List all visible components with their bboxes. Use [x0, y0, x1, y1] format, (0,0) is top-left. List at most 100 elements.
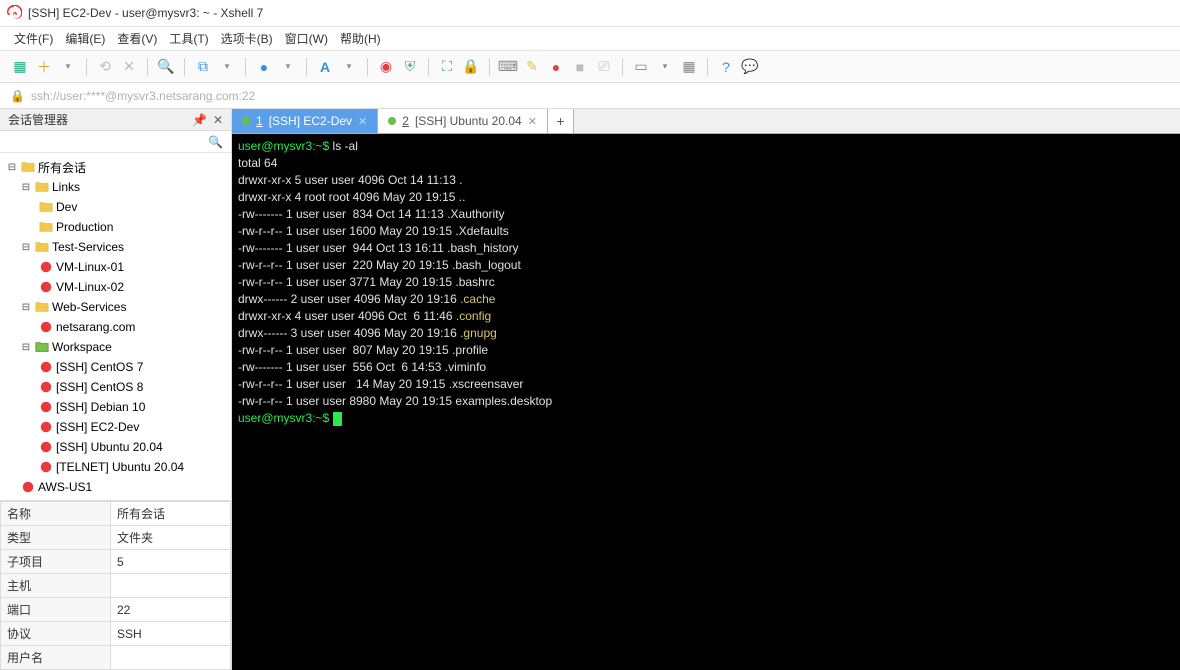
tree-item[interactable]: [SSH] Ubuntu 20.04 [0, 437, 231, 457]
tile-icon[interactable]: ▦ [679, 57, 699, 77]
prop-value: 所有会话 [111, 502, 231, 526]
collapse-icon[interactable]: ⊟ [20, 241, 32, 253]
tab-number: 1 [256, 114, 263, 128]
close-tab-icon[interactable]: ✕ [528, 115, 537, 128]
folder-icon [34, 239, 50, 255]
tree-aws[interactable]: AWS-US1 [0, 477, 231, 497]
menu-help[interactable]: 帮助(H) [340, 30, 381, 47]
copy-icon[interactable]: ⧉ [193, 57, 213, 77]
tree-item[interactable]: netsarang.com [0, 317, 231, 337]
font-icon[interactable]: A [315, 57, 335, 77]
add-tab-button[interactable]: + [548, 109, 574, 133]
tree-item[interactable]: Dev [0, 197, 231, 217]
separator [306, 58, 307, 76]
fullscreen-icon[interactable]: ⛶ [437, 57, 457, 77]
stop-icon[interactable]: ■ [570, 57, 590, 77]
tree-root[interactable]: ⊟ 所有会话 [0, 157, 231, 177]
pin-icon[interactable]: 📌 [192, 113, 207, 127]
session-icon [38, 419, 54, 435]
collapse-icon[interactable]: ⊟ [20, 181, 32, 193]
app-logo-icon [6, 5, 22, 21]
tree-test[interactable]: ⊟ Test-Services [0, 237, 231, 257]
globe-caret-icon[interactable]: ▾ [278, 57, 298, 77]
menu-edit[interactable]: 编辑(E) [65, 30, 105, 47]
shield-icon[interactable]: ⛨ [400, 57, 420, 77]
session-icon [38, 459, 54, 475]
layout-caret-icon[interactable]: ▾ [655, 57, 675, 77]
tree-item[interactable]: [SSH] Debian 10 [0, 397, 231, 417]
tree-label: Web-Services [52, 300, 126, 314]
search-icon[interactable]: 🔍 [208, 135, 223, 149]
tree-item[interactable]: [SSH] CentOS 7 [0, 357, 231, 377]
tree-item[interactable]: [TELNET] Ubuntu 20.04 [0, 457, 231, 477]
tree-item[interactable]: VM-Linux-01 [0, 257, 231, 277]
layout-icon[interactable]: ▭ [631, 57, 651, 77]
tree-label: Dev [56, 200, 77, 214]
terminal-output[interactable]: user@mysvr3:~$ ls -al total 64 drwxr-xr-… [232, 134, 1180, 670]
lock-icon[interactable]: 🔒 [461, 57, 481, 77]
prop-key: 主机 [1, 574, 111, 598]
menu-window[interactable]: 窗口(W) [285, 30, 328, 47]
menu-tools[interactable]: 工具(T) [169, 30, 208, 47]
prop-row: 协议SSH [1, 622, 231, 646]
add-dropdown-icon[interactable]: ＋ [34, 57, 54, 77]
toolbar: ▦ ＋ ▾ ⟲ ✕ 🔍 ⧉ ▾ ● ▾ A ▾ ◉ ⛨ ⛶ 🔒 ⌨ ✎ ● ■ … [0, 51, 1180, 83]
tree-label: Workspace [52, 340, 112, 354]
collapse-icon[interactable]: ⊟ [6, 161, 18, 173]
highlight-icon[interactable]: ✎ [522, 57, 542, 77]
chat-icon[interactable]: 💬 [740, 57, 760, 77]
status-dot-icon [242, 117, 250, 125]
keyboard-icon[interactable]: ⌨ [498, 57, 518, 77]
tree-workspace[interactable]: ⊟ Workspace [0, 337, 231, 357]
tree-item[interactable]: [SSH] CentOS 8 [0, 377, 231, 397]
address-bar[interactable]: 🔒 ssh://user:****@mysvr3.netsarang.com:2… [0, 83, 1180, 109]
folder-icon [38, 219, 54, 235]
menu-view[interactable]: 查看(V) [117, 30, 157, 47]
collapse-icon[interactable]: ⊟ [20, 301, 32, 313]
close-panel-icon[interactable]: ✕ [213, 113, 223, 127]
menu-tabs[interactable]: 选项卡(B) [221, 30, 273, 47]
search-icon[interactable]: 🔍 [156, 57, 176, 77]
tree-links[interactable]: ⊟ Links [0, 177, 231, 197]
tree-label: [SSH] CentOS 7 [56, 360, 143, 374]
menu-file[interactable]: 文件(F) [14, 30, 53, 47]
swirl-icon[interactable]: ◉ [376, 57, 396, 77]
close-tab-icon[interactable]: ✕ [358, 115, 367, 128]
tree-label: Production [56, 220, 113, 234]
record-icon[interactable]: ● [546, 57, 566, 77]
tab-ec2-dev[interactable]: 1 [SSH] EC2-Dev ✕ [232, 109, 378, 133]
tree-web[interactable]: ⊟ Web-Services [0, 297, 231, 317]
folder-icon [34, 179, 50, 195]
separator [184, 58, 185, 76]
prop-value: 22 [111, 598, 231, 622]
help-icon[interactable]: ? [716, 57, 736, 77]
font-caret-icon[interactable]: ▾ [339, 57, 359, 77]
tree-label: [SSH] Debian 10 [56, 400, 145, 414]
new-session-icon[interactable]: ▦ [10, 57, 30, 77]
globe-icon[interactable]: ● [254, 57, 274, 77]
disconnect-icon[interactable]: ✕ [119, 57, 139, 77]
prop-key: 名称 [1, 502, 111, 526]
panel-title: 会话管理器 [8, 111, 68, 128]
folder-green-icon [34, 339, 50, 355]
session-icon [38, 439, 54, 455]
prop-row: 子项目5 [1, 550, 231, 574]
tree-item[interactable]: [SSH] EC2-Dev [0, 417, 231, 437]
tree-item[interactable]: Production [0, 217, 231, 237]
prop-key: 子项目 [1, 550, 111, 574]
tree-label: [TELNET] Ubuntu 20.04 [56, 460, 184, 474]
reconnect-icon[interactable]: ⟲ [95, 57, 115, 77]
dropdown-caret-icon[interactable]: ▾ [58, 57, 78, 77]
search-row[interactable]: 🔍 [0, 131, 231, 153]
collapse-icon[interactable]: ⊟ [20, 341, 32, 353]
tree-label: AWS-US1 [38, 480, 92, 494]
pause-icon[interactable]: ⎚ [594, 57, 614, 77]
prop-value: 文件夹 [111, 526, 231, 550]
prop-key: 用户名 [1, 646, 111, 670]
separator [428, 58, 429, 76]
copy-caret-icon[interactable]: ▾ [217, 57, 237, 77]
session-icon [38, 319, 54, 335]
tree-item[interactable]: VM-Linux-02 [0, 277, 231, 297]
tab-ubuntu[interactable]: 2 [SSH] Ubuntu 20.04 ✕ [378, 109, 548, 133]
main-area: 会话管理器 📌 ✕ 🔍 ⊟ 所有会话 ⊟ Links Dev [0, 109, 1180, 670]
